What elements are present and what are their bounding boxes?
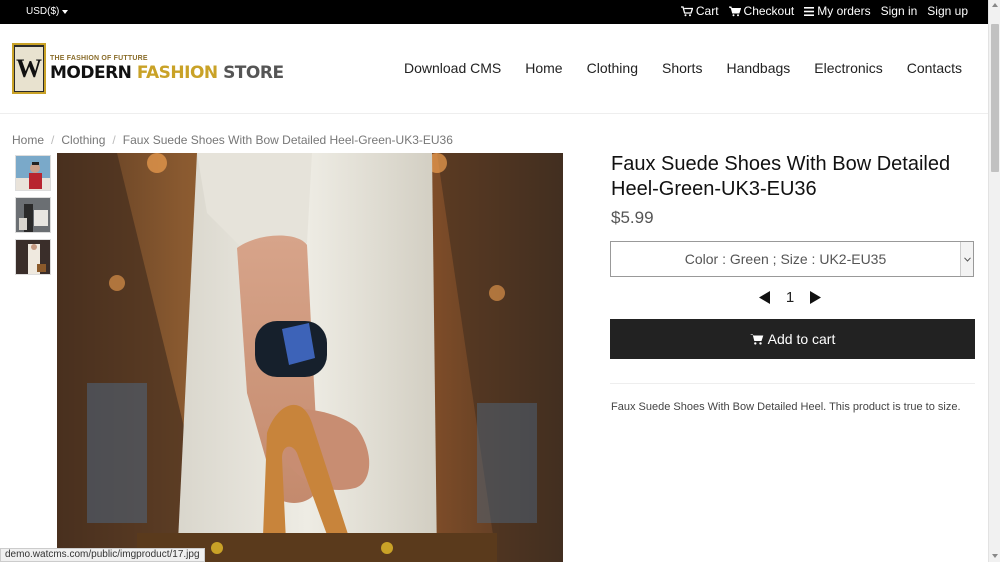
status-bar-url: demo.watcms.com/public/imgproduct/17.jpg: [0, 548, 205, 562]
sign-in-link[interactable]: Sign in: [881, 4, 918, 18]
cart-icon: [728, 6, 741, 16]
thumbnail-list: [15, 155, 51, 275]
logo-tagline: THE FASHION OF FUTTURE: [50, 54, 148, 62]
cart-link[interactable]: Cart: [680, 4, 719, 18]
logo-name-part1: MODERN: [50, 62, 132, 83]
top-bar: USD($) Cart Checkout My orders Sign in S…: [0, 0, 988, 24]
breadcrumb-clothing[interactable]: Clothing: [61, 133, 105, 147]
product-title: Faux Suede Shoes With Bow Detailed Heel-…: [611, 153, 951, 200]
logo-name: MODERN FASHION STORE: [50, 63, 284, 83]
breadcrumb: Home / Clothing / Faux Suede Shoes With …: [12, 133, 453, 147]
add-to-cart-label: Add to cart: [767, 331, 836, 347]
sign-in-label: Sign in: [880, 4, 918, 18]
page-scrollbar[interactable]: [988, 0, 1000, 562]
increase-quantity-icon[interactable]: [809, 291, 821, 304]
currency-selector[interactable]: USD($): [26, 6, 69, 17]
logo-name-part3: STORE: [223, 62, 284, 83]
divider: [610, 383, 975, 384]
nav-item-home[interactable]: Home: [525, 60, 562, 76]
logo-emblem: W: [12, 43, 46, 94]
sign-up-label: Sign up: [927, 4, 968, 18]
cart-link-label: Cart: [695, 4, 719, 18]
nav-item-clothing[interactable]: Clothing: [587, 60, 638, 76]
caret-down-icon: [62, 10, 69, 14]
breadcrumb-separator: /: [112, 133, 116, 147]
menu-icon: [804, 6, 815, 16]
quantity-value: 1: [785, 289, 795, 306]
nav-item-shorts[interactable]: Shorts: [662, 60, 702, 76]
my-orders-link[interactable]: My orders: [804, 4, 871, 18]
site-header: W THE FASHION OF FUTTURE MODERN FASHION …: [0, 24, 988, 114]
logo-letter: W: [15, 46, 43, 91]
nav-item-handbags[interactable]: Handbags: [726, 60, 790, 76]
variant-selected-value: Color : Green ; Size : UK2-EU35: [684, 251, 887, 267]
sign-up-link[interactable]: Sign up: [927, 4, 968, 18]
add-to-cart-button[interactable]: Add to cart: [610, 319, 975, 359]
currency-label: USD($): [26, 6, 60, 17]
quantity-stepper: 1: [759, 289, 821, 306]
breadcrumb-home[interactable]: Home: [12, 133, 44, 147]
nav-item-contacts[interactable]: Contacts: [907, 60, 962, 76]
checkout-link[interactable]: Checkout: [728, 4, 795, 18]
product-thumbnail[interactable]: [15, 155, 51, 191]
breadcrumb-separator: /: [51, 133, 55, 147]
scroll-up-icon[interactable]: [992, 3, 998, 7]
product-thumbnail[interactable]: [15, 239, 51, 275]
chevron-down-icon: [960, 242, 973, 276]
scroll-down-icon[interactable]: [992, 554, 998, 558]
scrollbar-thumb[interactable]: [991, 24, 999, 172]
cart-icon: [749, 334, 763, 345]
cart-icon: [680, 5, 693, 16]
logo-text: THE FASHION OF FUTTURE MODERN FASHION ST…: [50, 55, 284, 83]
breadcrumb-current: Faux Suede Shoes With Bow Detailed Heel-…: [122, 133, 453, 147]
product-description: Faux Suede Shoes With Bow Detailed Heel.…: [611, 401, 961, 413]
variant-select[interactable]: Color : Green ; Size : UK2-EU35: [610, 241, 974, 277]
product-main-image[interactable]: [57, 153, 563, 562]
decrease-quantity-icon[interactable]: [759, 291, 771, 304]
store-logo[interactable]: W THE FASHION OF FUTTURE MODERN FASHION …: [12, 43, 284, 94]
product-thumbnail[interactable]: [15, 197, 51, 233]
checkout-link-label: Checkout: [743, 4, 795, 18]
top-links: Cart Checkout My orders Sign in Sign up: [680, 4, 968, 18]
logo-name-part2: FASHION: [136, 62, 218, 83]
nav-item-download-cms[interactable]: Download CMS: [404, 60, 501, 76]
product-price: $5.99: [611, 208, 654, 227]
my-orders-label: My orders: [817, 4, 871, 18]
nav-item-electronics[interactable]: Electronics: [814, 60, 882, 76]
main-nav: Download CMS Home Clothing Shorts Handba…: [380, 60, 962, 76]
